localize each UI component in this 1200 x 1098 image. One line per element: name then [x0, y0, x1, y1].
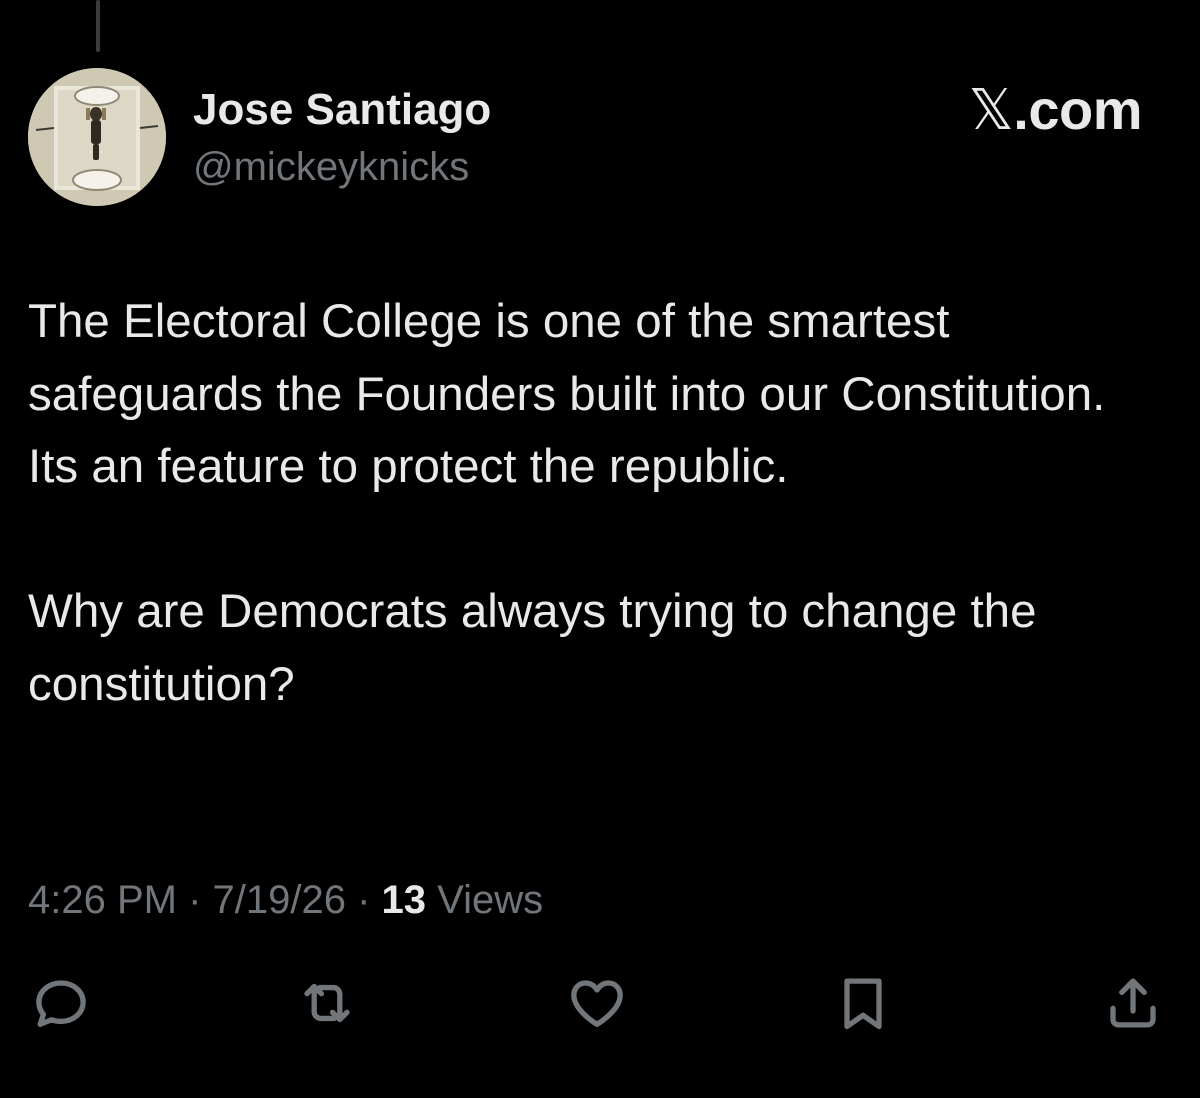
meta-separator: ·	[345, 878, 382, 922]
views-count[interactable]: 13	[382, 878, 427, 922]
thread-connector-line	[96, 0, 100, 52]
tweet-time[interactable]: 4:26 PM	[28, 878, 177, 922]
bookmark-button[interactable]	[828, 968, 898, 1038]
profile-photo-icon	[28, 68, 166, 206]
reply-icon	[36, 980, 86, 1027]
reply-button[interactable]	[26, 968, 96, 1038]
tweet-metadata: 4:26 PM · 7/19/26 · 13 Views	[28, 874, 543, 926]
author-avatar[interactable]	[28, 68, 166, 206]
tweet-paragraph: Why are Democrats always trying to chang…	[28, 585, 1037, 711]
bookmark-icon	[844, 978, 882, 1030]
repost-button[interactable]	[292, 968, 362, 1038]
author-handle[interactable]: @mickeyknicks	[193, 143, 469, 191]
meta-separator: ·	[176, 878, 213, 922]
share-button[interactable]	[1098, 968, 1168, 1038]
brand-suffix: .com	[1013, 78, 1142, 141]
author-display-name[interactable]: Jose Santiago	[193, 84, 491, 136]
tweet-text: The Electoral College is one of the smar…	[28, 286, 1158, 721]
share-icon	[1110, 978, 1156, 1028]
x-brand-logo: 𝕏.com	[968, 78, 1143, 143]
repost-icon	[304, 983, 350, 1023]
tweet-action-bar	[0, 968, 1200, 1038]
heart-icon	[571, 980, 623, 1027]
like-button[interactable]	[562, 968, 632, 1038]
x-logo-icon: 𝕏	[968, 78, 1014, 143]
views-label[interactable]: Views	[426, 878, 543, 922]
tweet-paragraph: The Electoral College is one of the smar…	[28, 295, 1106, 493]
tweet-date[interactable]: 7/19/26	[213, 878, 346, 922]
